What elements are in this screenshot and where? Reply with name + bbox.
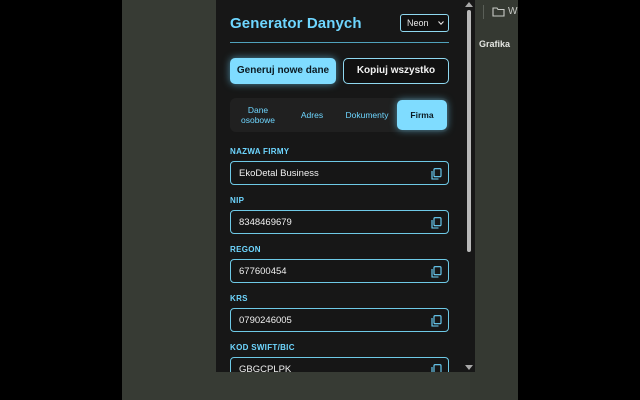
bookmark-separator xyxy=(483,5,484,19)
copy-icon[interactable] xyxy=(431,217,442,229)
theme-select-value: Neon xyxy=(407,18,429,28)
field-label-nip: NIP xyxy=(230,196,245,205)
copy-all-button[interactable]: Kopiuj wszystko xyxy=(343,58,449,84)
nip-value: 8348469679 xyxy=(239,217,292,228)
tab-documents[interactable]: Dokumenty xyxy=(340,100,394,130)
extension-popup: Generator Danych Neon Generuj nowe dane … xyxy=(216,0,475,372)
header-divider xyxy=(230,42,449,43)
folder-icon[interactable] xyxy=(492,6,505,17)
browser-page-area xyxy=(470,0,518,400)
copy-icon[interactable] xyxy=(431,168,442,180)
field-label-krs: KRS xyxy=(230,294,248,303)
tab-bar: Dane osobowe Adres Dokumenty Firma xyxy=(230,98,449,132)
company-name-value: EkoDetal Business xyxy=(239,168,319,179)
krs-value: 0790246005 xyxy=(239,315,292,326)
generate-button[interactable]: Generuj nowe dane xyxy=(230,58,336,84)
company-name-field[interactable]: EkoDetal Business xyxy=(230,161,449,185)
swift-field[interactable]: GBGCPLPK xyxy=(230,357,449,372)
copy-icon[interactable] xyxy=(431,266,442,278)
scroll-up-arrow[interactable] xyxy=(465,2,473,7)
nip-field[interactable]: 8348469679 xyxy=(230,210,449,234)
tab-personal-data[interactable]: Dane osobowe xyxy=(232,100,284,130)
krs-field[interactable]: 0790246005 xyxy=(230,308,449,332)
regon-value: 677600454 xyxy=(239,266,287,277)
theme-select[interactable]: Neon xyxy=(400,14,449,32)
scroll-down-arrow[interactable] xyxy=(465,365,473,370)
regon-field[interactable]: 677600454 xyxy=(230,259,449,283)
chevron-down-icon xyxy=(438,21,444,26)
page-heading-grafika: Grafika xyxy=(479,39,511,49)
tab-company[interactable]: Firma xyxy=(397,100,447,130)
bookmark-folder-label[interactable]: Ws xyxy=(508,6,518,17)
copy-icon[interactable] xyxy=(431,315,442,327)
field-label-company-name: NAZWA FIRMY xyxy=(230,147,290,156)
field-label-regon: REGON xyxy=(230,245,261,254)
tab-address[interactable]: Adres xyxy=(286,100,338,130)
scrollbar-thumb[interactable] xyxy=(467,10,471,252)
swift-value: GBGCPLPK xyxy=(239,364,292,372)
copy-icon[interactable] xyxy=(431,364,442,372)
app-title: Generator Danych xyxy=(230,15,362,32)
field-label-swift: KOD SWIFT/BIC xyxy=(230,343,295,352)
